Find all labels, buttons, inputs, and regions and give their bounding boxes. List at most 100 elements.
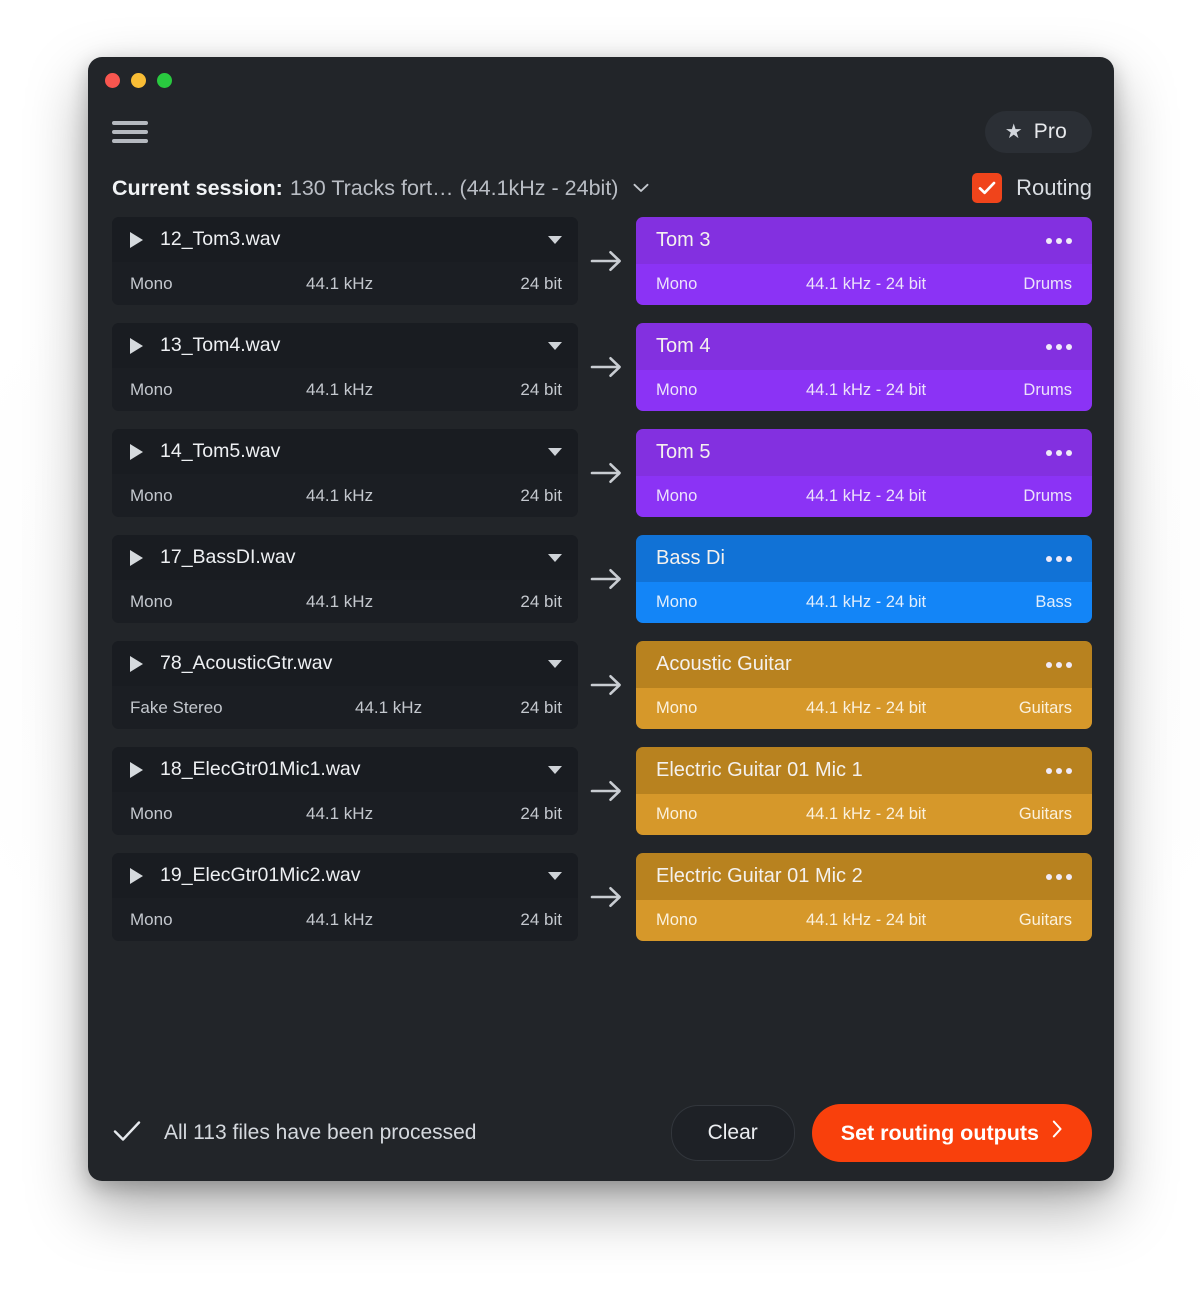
play-icon[interactable]	[130, 761, 143, 778]
more-options-icon[interactable]	[1046, 873, 1072, 880]
play-icon[interactable]	[130, 231, 143, 248]
target-track-header[interactable]: Electric Guitar 01 Mic 2	[636, 853, 1092, 900]
target-format: 44.1 kHz - 24 bit	[806, 487, 927, 505]
chevron-down-icon[interactable]	[548, 341, 562, 350]
minimize-button[interactable]	[131, 73, 146, 88]
source-file-card[interactable]: 18_ElecGtr01Mic1.wav Mono 44.1 kHz 24 bit	[112, 747, 578, 835]
routing-pair: 14_Tom5.wav Mono 44.1 kHz 24 bit Tom 5 Mono 44…	[112, 429, 1092, 517]
chevron-down-icon[interactable]	[548, 659, 562, 668]
source-sample-rate: 44.1 kHz	[306, 485, 374, 505]
source-file-name: 78_AcousticGtr.wav	[160, 652, 333, 674]
processing-status: All 113 files have been processed	[112, 1119, 476, 1148]
source-file-header[interactable]: 78_AcousticGtr.wav	[112, 641, 578, 686]
target-channels: Mono	[656, 911, 698, 929]
source-file-name: 17_BassDI.wav	[160, 546, 296, 568]
more-options-icon[interactable]	[1046, 343, 1072, 350]
play-icon[interactable]	[130, 867, 143, 884]
target-track-info: Mono 44.1 kHz - 24 bit Guitars	[636, 900, 1092, 941]
source-channels: Mono	[130, 909, 173, 929]
pro-label: Pro	[1033, 120, 1067, 143]
routing-checkbox[interactable]	[972, 173, 1003, 203]
hamburger-bar	[112, 130, 148, 134]
target-track-card[interactable]: Tom 4 Mono 44.1 kHz - 24 bit Drums	[636, 323, 1092, 411]
target-track-header[interactable]: Acoustic Guitar	[636, 641, 1092, 688]
source-channels: Mono	[130, 803, 173, 823]
routing-list[interactable]: Mono 44.1 kHz 24 bit Mono 44.1 kHz - 24 bit D…	[88, 215, 1114, 1085]
target-group: Drums	[1023, 381, 1072, 399]
chevron-down-icon[interactable]	[548, 235, 562, 244]
target-track-header[interactable]: Tom 4	[636, 323, 1092, 370]
source-file-name: 12_Tom3.wav	[160, 228, 281, 250]
chevron-down-icon[interactable]	[548, 871, 562, 880]
target-track-info: Mono 44.1 kHz - 24 bit Guitars	[636, 794, 1092, 835]
hamburger-menu-icon[interactable]	[112, 117, 148, 147]
source-file-card[interactable]: 78_AcousticGtr.wav Fake Stereo 44.1 kHz 24 …	[112, 641, 578, 729]
target-format: 44.1 kHz - 24 bit	[806, 381, 927, 399]
play-icon[interactable]	[130, 443, 143, 460]
routing-toggle[interactable]: Routing	[972, 173, 1092, 203]
more-options-icon[interactable]	[1046, 767, 1072, 774]
more-options-icon[interactable]	[1046, 661, 1072, 668]
target-channels: Mono	[656, 593, 698, 611]
more-options-icon[interactable]	[1046, 237, 1072, 244]
desktop-background: ★ Pro Current session: 130 Tracks fort… …	[0, 0, 1200, 1297]
source-file-header[interactable]: 13_Tom4.wav	[112, 323, 578, 368]
source-file-header[interactable]: 18_ElecGtr01Mic1.wav	[112, 747, 578, 792]
play-icon[interactable]	[130, 337, 143, 354]
current-session-selector[interactable]: Current session: 130 Tracks fort… (44.1k…	[112, 176, 649, 201]
target-track-card[interactable]: Tom 3 Mono 44.1 kHz - 24 bit Drums	[636, 217, 1092, 305]
current-session-label: Current session:	[112, 175, 283, 200]
status-text: All 113 files have been processed	[164, 1121, 477, 1144]
maximize-button[interactable]	[157, 73, 172, 88]
chevron-down-icon[interactable]	[548, 553, 562, 562]
routing-pair: 12_Tom3.wav Mono 44.1 kHz 24 bit Tom 3 Mono 44…	[112, 217, 1092, 305]
chevron-down-icon[interactable]	[548, 447, 562, 456]
source-channels: Mono	[130, 273, 173, 293]
target-group: Drums	[1023, 275, 1072, 293]
clear-button[interactable]: Clear	[670, 1105, 795, 1161]
target-track-header[interactable]: Electric Guitar 01 Mic 1	[636, 747, 1092, 794]
source-file-card[interactable]: 17_BassDI.wav Mono 44.1 kHz 24 bit	[112, 535, 578, 623]
source-channels: Mono	[130, 485, 173, 505]
pro-badge-button[interactable]: ★ Pro	[984, 111, 1092, 153]
routing-pair: 19_ElecGtr01Mic2.wav Mono 44.1 kHz 24 bit El…	[112, 853, 1092, 941]
target-track-card[interactable]: Acoustic Guitar Mono 44.1 kHz - 24 bit Guit…	[636, 641, 1092, 729]
target-track-info: Mono 44.1 kHz - 24 bit Drums	[636, 264, 1092, 305]
source-bit-depth: 24 bit	[520, 379, 562, 399]
target-track-header[interactable]: Tom 3	[636, 217, 1092, 264]
source-file-card[interactable]: 12_Tom3.wav Mono 44.1 kHz 24 bit	[112, 217, 578, 305]
target-format: 44.1 kHz - 24 bit	[806, 699, 927, 717]
target-track-card[interactable]: Electric Guitar 01 Mic 2 Mono 44.1 kHz - 2…	[636, 853, 1092, 941]
hamburger-bar	[112, 121, 148, 125]
set-routing-outputs-button[interactable]: Set routing outputs	[811, 1104, 1092, 1162]
target-track-header[interactable]: Tom 5	[636, 429, 1092, 476]
target-format: 44.1 kHz - 24 bit	[806, 805, 927, 823]
star-icon: ★	[1004, 121, 1023, 143]
source-file-name: 19_ElecGtr01Mic2.wav	[160, 864, 361, 886]
source-file-card[interactable]: 19_ElecGtr01Mic2.wav Mono 44.1 kHz 24 bit	[112, 853, 578, 941]
more-options-icon[interactable]	[1046, 449, 1072, 456]
play-icon[interactable]	[130, 549, 143, 566]
target-track-card[interactable]: Bass Di Mono 44.1 kHz - 24 bit Bass	[636, 535, 1092, 623]
source-file-header[interactable]: 14_Tom5.wav	[112, 429, 578, 474]
source-file-header[interactable]: 12_Tom3.wav	[112, 217, 578, 262]
close-button[interactable]	[105, 73, 120, 88]
target-track-info: Mono 44.1 kHz - 24 bit Guitars	[636, 688, 1092, 729]
chevron-down-icon[interactable]	[548, 765, 562, 774]
target-channels: Mono	[656, 805, 698, 823]
play-icon[interactable]	[130, 655, 143, 672]
source-file-name: 14_Tom5.wav	[160, 440, 281, 462]
source-file-card[interactable]: 13_Tom4.wav Mono 44.1 kHz 24 bit	[112, 323, 578, 411]
target-track-card[interactable]: Tom 5 Mono 44.1 kHz - 24 bit Drums	[636, 429, 1092, 517]
source-file-header[interactable]: 19_ElecGtr01Mic2.wav	[112, 853, 578, 898]
more-options-icon[interactable]	[1046, 555, 1072, 562]
source-file-card[interactable]: 14_Tom5.wav Mono 44.1 kHz 24 bit	[112, 429, 578, 517]
source-file-header[interactable]: 17_BassDI.wav	[112, 535, 578, 580]
target-track-header[interactable]: Bass Di	[636, 535, 1092, 582]
target-track-card[interactable]: Electric Guitar 01 Mic 1 Mono 44.1 kHz - 2…	[636, 747, 1092, 835]
chevron-down-icon[interactable]	[633, 181, 649, 196]
target-format: 44.1 kHz - 24 bit	[806, 593, 927, 611]
source-file-name: 18_ElecGtr01Mic1.wav	[160, 758, 361, 780]
hamburger-bar	[112, 139, 148, 143]
source-sample-rate: 44.1 kHz	[306, 909, 374, 929]
